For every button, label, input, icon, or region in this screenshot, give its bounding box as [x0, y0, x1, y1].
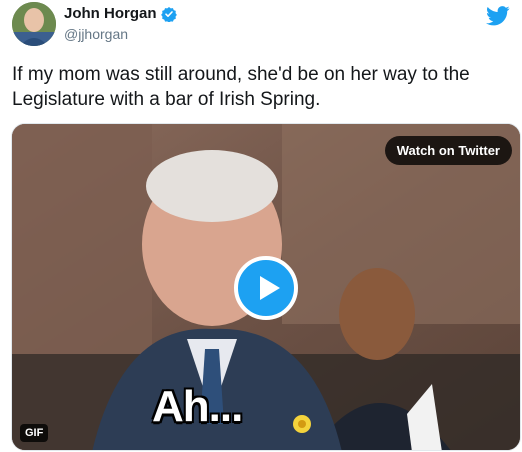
author-avatar[interactable]: [12, 2, 56, 46]
watch-on-twitter-button[interactable]: Watch on Twitter: [384, 136, 512, 165]
verified-badge-icon: [160, 6, 177, 22]
tweet-text: If my mom was still around, she'd be on …: [12, 62, 510, 112]
tweet-text-line-1: If my mom was still around, she'd be on …: [12, 64, 470, 85]
gif-badge: GIF: [20, 424, 49, 442]
gif-media[interactable]: Watch on Twitter Ah... GIF: [11, 123, 521, 451]
author-handle[interactable]: @jjhorgan: [64, 26, 128, 42]
tweet-text-line-2: Legislature with a bar of Irish Spring.: [12, 89, 321, 110]
tweet-card: John Horgan @jjhorgan If my mom was stil…: [0, 0, 522, 452]
author-name-row: John Horgan: [64, 5, 177, 22]
author-display-name[interactable]: John Horgan: [64, 5, 157, 22]
twitter-bird-icon[interactable]: [486, 6, 510, 26]
gif-caption: Ah...: [152, 382, 243, 431]
avatar-photo: [12, 2, 56, 46]
play-icon[interactable]: [234, 256, 298, 320]
